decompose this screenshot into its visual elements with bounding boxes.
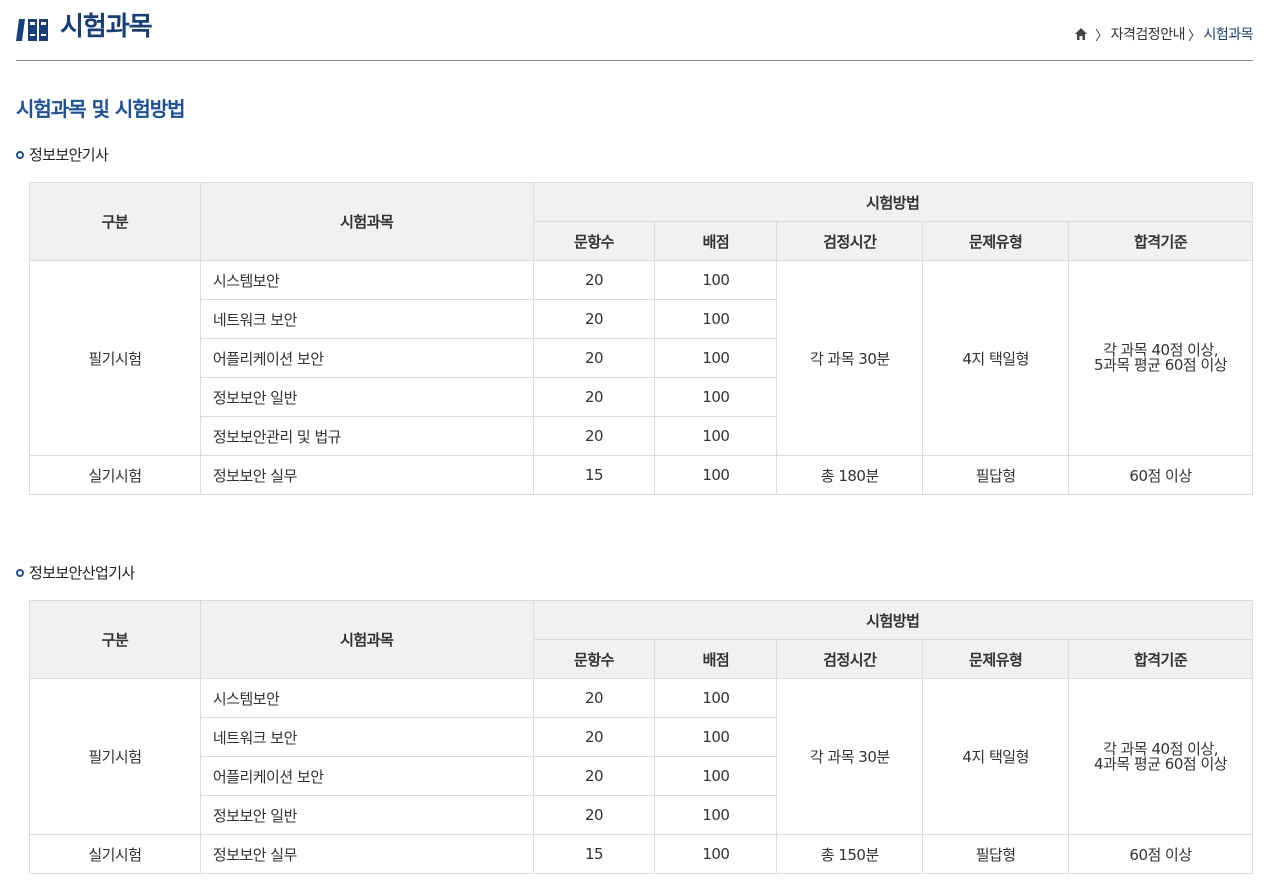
category-cell: 실기시험 [29,834,201,874]
subsection-label: 정보보안산업기사 [29,564,135,582]
type-cell: 필답형 [922,455,1070,495]
score-cell: 100 [654,678,778,718]
subsection-label: 정보보안기사 [29,146,109,164]
score-cell: 100 [654,299,778,339]
subject-cell: 어플리케이션 보안 [199,756,534,796]
pass-line: 4과목 평균 60점 이상 [1094,754,1228,773]
time-cell: 총 150분 [776,834,924,874]
header-type: 문제유형 [922,639,1070,679]
home-icon[interactable] [1074,27,1088,41]
count-cell: 20 [532,756,656,796]
pass-cell: 각 과목 40점 이상, 5과목 평균 60점 이상 [1068,260,1253,456]
type-cell: 4지 택일형 [922,678,1070,835]
header-score: 배점 [654,639,778,679]
score-cell: 100 [654,260,778,300]
header-count: 문항수 [532,639,656,679]
header-time: 검정시간 [776,639,924,679]
score-cell: 100 [654,377,778,417]
header-subject: 시험과목 [199,600,534,679]
header-method: 시험방법 [532,182,1254,222]
header-pass: 합격기준 [1068,221,1253,261]
category-cell: 필기시험 [29,260,201,456]
pass-line: 5과목 평균 60점 이상 [1094,356,1228,374]
header-pass: 합격기준 [1068,639,1253,679]
subject-cell: 정보보안 일반 [199,795,534,835]
pass-cell: 60점 이상 [1068,455,1253,495]
subject-cell: 어플리케이션 보안 [199,338,534,378]
bullet-icon [16,150,24,159]
subject-cell: 네트워크 보안 [199,717,534,757]
type-cell: 4지 택일형 [922,260,1070,456]
exam-table: 구분 시험과목 시험방법 문항수 배점 검정시간 문제유형 합격기준 필기시험 … [29,182,1254,495]
score-cell: 100 [654,455,778,495]
count-cell: 20 [532,678,656,718]
subject-cell: 정보보안 실무 [199,834,534,874]
page-title: 시험과목 [60,12,153,42]
score-cell: 100 [654,338,778,378]
table-row: 필기시험 시스템보안 20 100 각 과목 30분 4지 택일형 각 과목 4… [29,260,1253,456]
count-cell: 20 [532,377,656,417]
score-cell: 100 [654,756,778,796]
header-category: 구분 [29,600,201,679]
count-cell: 15 [532,834,656,874]
count-cell: 15 [532,455,656,495]
subject-cell: 정보보안 일반 [199,377,534,417]
table-row: 실기시험 정보보안 실무 15 100 총 180분 필답형 60점 이상 [29,455,1253,495]
header-count: 문항수 [532,221,656,261]
books-icon [16,19,48,41]
subject-cell: 정보보안 실무 [199,455,534,495]
header-time: 검정시간 [776,221,924,261]
breadcrumb-item-guide[interactable]: 자격검정안내 [1111,24,1186,44]
time-cell: 총 180분 [776,455,924,495]
pass-cell: 각 과목 40점 이상, 4과목 평균 60점 이상 [1068,678,1253,835]
subject-cell: 시스템보안 [199,678,534,718]
exam-table: 구분 시험과목 시험방법 문항수 배점 검정시간 문제유형 합격기준 필기시험 … [29,600,1254,874]
time-cell: 각 과목 30분 [776,260,924,456]
count-cell: 20 [532,260,656,300]
subject-cell: 정보보안관리 및 법규 [199,416,534,456]
header-subject: 시험과목 [199,182,534,261]
count-cell: 20 [532,299,656,339]
header-score: 배점 [654,221,778,261]
header-category: 구분 [29,182,201,261]
section-title: 시험과목 및 시험방법 [16,97,186,121]
page-header: 시험과목 〉 자격검정안내 〉 시험과목 [16,0,1253,61]
chevron-right-icon: 〉 [1187,28,1201,44]
subject-cell: 네트워크 보안 [199,299,534,339]
count-cell: 20 [532,795,656,835]
chevron-right-icon: 〉 [1095,28,1108,44]
pass-cell: 60점 이상 [1068,834,1253,874]
score-cell: 100 [654,717,778,757]
category-cell: 필기시험 [29,678,201,835]
count-cell: 20 [532,416,656,456]
table-row: 필기시험 시스템보안 20 100 각 과목 30분 4지 택일형 각 과목 4… [29,678,1253,835]
type-cell: 필답형 [922,834,1070,874]
score-cell: 100 [654,416,778,456]
subsection-title: 정보보안산업기사 [16,562,135,583]
header-method: 시험방법 [532,600,1254,640]
score-cell: 100 [654,795,778,835]
subsection-title: 정보보안기사 [16,144,109,165]
count-cell: 20 [532,717,656,757]
count-cell: 20 [532,338,656,378]
category-cell: 실기시험 [29,455,201,495]
header-type: 문제유형 [922,221,1070,261]
time-cell: 각 과목 30분 [776,678,924,835]
bullet-icon [16,568,24,577]
table-row: 실기시험 정보보안 실무 15 100 총 150분 필답형 60점 이상 [29,834,1253,874]
score-cell: 100 [654,834,778,874]
breadcrumb: 〉 자격검정안내 〉 시험과목 [1074,24,1253,44]
subject-cell: 시스템보안 [199,260,534,300]
breadcrumb-item-current[interactable]: 시험과목 [1203,24,1253,44]
